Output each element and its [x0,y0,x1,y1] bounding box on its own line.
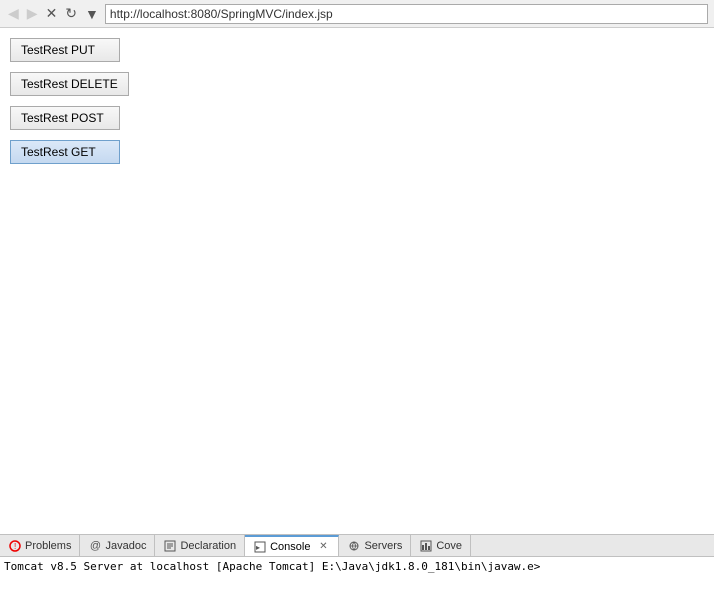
servers-icon [347,539,361,553]
testrest-post-button[interactable]: TestRest POST [10,106,120,130]
address-bar[interactable] [105,4,708,24]
console-output: Tomcat v8.5 Server at localhost [Apache … [0,557,714,595]
tab-servers[interactable]: Servers [339,535,411,556]
testrest-put-button[interactable]: TestRest PUT [10,38,120,62]
console-icon: ▸ [253,540,267,554]
declaration-icon [163,539,177,553]
testrest-delete-button[interactable]: TestRest DELETE [10,72,129,96]
tab-javadoc[interactable]: @ Javadoc [80,535,155,556]
refresh-button[interactable]: ↻ [63,5,79,22]
javadoc-icon: @ [88,539,102,553]
menu-button[interactable]: ▼ [83,6,101,22]
console-close-icon[interactable]: ✕ [316,540,330,554]
back-button[interactable]: ◀ [6,5,21,22]
browser-toolbar: ◀ ▶ ✕ ↻ ▼ [0,0,714,28]
problems-icon: ! [8,539,22,553]
svg-text:▸: ▸ [256,543,260,552]
stop-button[interactable]: ✕ [44,5,60,22]
coverage-icon [419,539,433,553]
tab-problems[interactable]: ! Problems [0,535,80,556]
testrest-get-button[interactable]: TestRest GET [10,140,120,164]
svg-text:!: ! [14,542,16,551]
tab-console[interactable]: ▸ Console ✕ [245,535,339,556]
tab-declaration[interactable]: Declaration [155,535,245,556]
tab-coverage[interactable]: Cove [411,535,471,556]
forward-button[interactable]: ▶ [25,5,40,22]
browser-content: TestRest PUT TestRest DELETE TestRest PO… [0,28,714,535]
bottom-panel: ! Problems @ Javadoc Declaration ▸ Conso… [0,534,714,595]
tab-bar: ! Problems @ Javadoc Declaration ▸ Conso… [0,535,714,557]
